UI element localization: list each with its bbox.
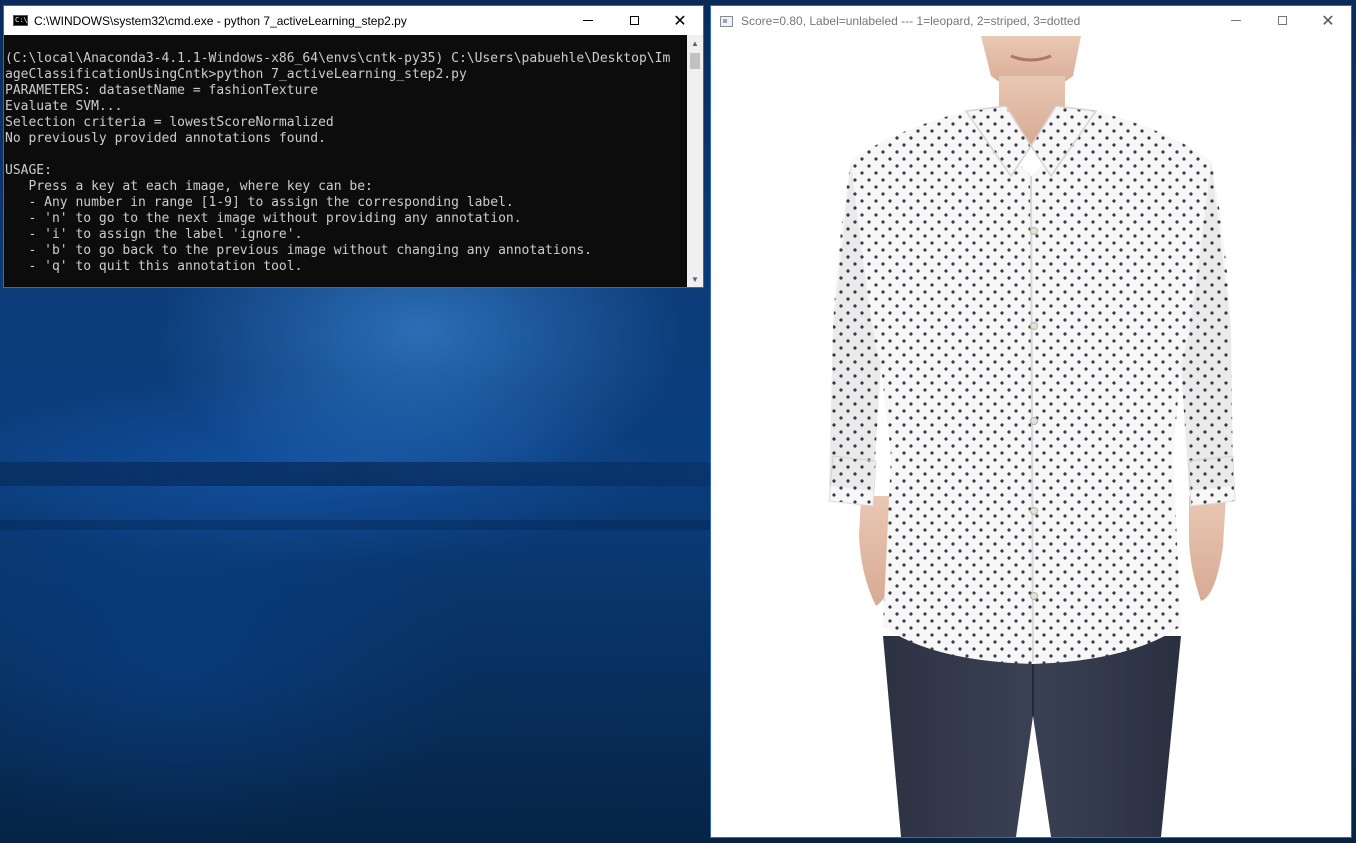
dotted-white-shirt-photo [828,36,1236,837]
dotted-shirt-image [711,36,1351,837]
cmd-window[interactable]: C:\ C:\WINDOWS\system32\cmd.exe - python… [3,5,704,288]
cmd-minimize-button[interactable] [565,6,611,35]
console-output[interactable]: (C:\local\Anaconda3-4.1.1-Windows-x86_64… [4,35,687,287]
console-text: (C:\local\Anaconda3-4.1.1-Windows-x86_64… [5,51,671,274]
cmd-maximize-button[interactable] [611,6,657,35]
viewer-maximize-button[interactable] [1259,6,1305,35]
cmd-icon: C:\ [13,15,28,26]
image-viewer-window[interactable]: Score=0.80, Label=unlabeled --- 1=leopar… [710,5,1352,838]
viewer-minimize-button[interactable] [1213,6,1259,35]
scrollbar-thumb[interactable] [690,53,700,69]
viewer-window-controls: ✕ [1213,6,1351,35]
cmd-titlebar[interactable]: C:\ C:\WINDOWS\system32\cmd.exe - python… [4,6,703,35]
scroll-down-arrow-icon[interactable]: ▼ [687,271,703,287]
close-icon: ✕ [673,10,687,30]
scroll-up-arrow-icon[interactable]: ▲ [687,35,703,51]
viewer-titlebar[interactable]: Score=0.80, Label=unlabeled --- 1=leopar… [711,6,1351,36]
viewer-close-button[interactable]: ✕ [1305,6,1351,35]
minimize-icon [583,20,593,21]
cmd-close-button[interactable]: ✕ [657,6,703,35]
maximize-icon [629,16,639,25]
close-icon: ✕ [1321,10,1335,30]
maximize-icon [1277,16,1287,25]
viewer-window-title: Score=0.80, Label=unlabeled --- 1=leopar… [741,14,1081,28]
console-scrollbar[interactable]: ▲ ▼ [687,35,703,287]
cmd-window-title: C:\WINDOWS\system32\cmd.exe - python 7_a… [34,13,407,28]
wallpaper-light-beam-2 [0,520,712,530]
image-window-icon [720,15,733,27]
wallpaper-light-beam [0,462,712,486]
cmd-window-controls: ✕ [565,6,703,35]
minimize-icon [1231,20,1241,21]
